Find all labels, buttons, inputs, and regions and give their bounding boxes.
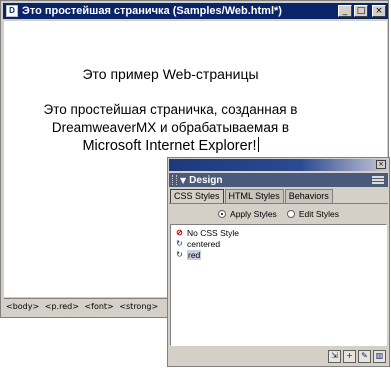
options-menu-icon[interactable] xyxy=(372,176,384,184)
text-cursor xyxy=(257,137,259,152)
edit-style-sheet-icon[interactable]: ✎ xyxy=(358,349,371,363)
tag-font[interactable]: <font> xyxy=(84,302,113,311)
apply-styles-option[interactable]: Apply Styles xyxy=(218,209,277,219)
edit-styles-option[interactable]: Edit Styles xyxy=(286,209,339,219)
style-label: red xyxy=(187,249,202,260)
dreamweaver-document-icon: D xyxy=(6,5,18,17)
panel-group-header[interactable]: ▼ Design xyxy=(169,173,388,187)
tab-css-styles[interactable]: CSS Styles xyxy=(170,189,224,203)
attach-style-sheet-icon[interactable]: ⇲ xyxy=(328,349,341,363)
design-panel: × ▼ Design CSS Styles HTML Styles Behavi… xyxy=(167,157,390,367)
css-style-icon: ↻ xyxy=(176,239,183,248)
paragraph-line-1: Это простейшая страничка, созданная в xyxy=(43,102,298,117)
tab-divider xyxy=(169,203,388,204)
tag-p-red[interactable]: <p.red> xyxy=(45,302,79,311)
style-mode-radios: Apply Styles Edit Styles xyxy=(168,208,389,220)
expand-arrow-icon[interactable]: ▼ xyxy=(180,176,186,185)
page-heading[interactable]: Это пример Web-страницы xyxy=(4,66,337,82)
paragraph-line-3: Microsoft Internet Explorer! xyxy=(82,138,257,154)
edit-styles-label: Edit Styles xyxy=(298,209,339,219)
list-item[interactable]: ⊘ No CSS Style xyxy=(171,227,386,238)
style-label: centered xyxy=(187,238,221,249)
grip-icon[interactable] xyxy=(172,175,177,185)
document-title-bar[interactable]: D Это простейшая страничка (Samples/Web.… xyxy=(3,3,388,19)
tag-strong[interactable]: <strong> xyxy=(119,302,158,311)
document-title: Это простейшая страничка (Samples/Web.ht… xyxy=(22,5,282,17)
tab-html-styles[interactable]: HTML Styles xyxy=(224,189,284,203)
paragraph-line-2: DreamweaverMX и обрабатываемая в xyxy=(51,120,290,135)
style-list: ⊘ No CSS Style ↻ centered ↻ red xyxy=(170,224,387,346)
panel-tabs: CSS Styles HTML Styles Behaviors xyxy=(170,189,334,203)
no-style-icon: ⊘ xyxy=(176,228,183,237)
minimize-button[interactable]: _ xyxy=(338,5,352,17)
panel-footer: ⇲ + ✎ ▥ xyxy=(169,348,388,364)
style-label: No CSS Style xyxy=(187,227,239,238)
tag-body[interactable]: <body> xyxy=(6,302,39,311)
page-paragraph[interactable]: Это простейшая страничка, созданная в Dr… xyxy=(4,101,337,155)
new-style-icon[interactable]: + xyxy=(343,349,356,363)
list-item[interactable]: ↻ red xyxy=(171,249,386,260)
tab-behaviors[interactable]: Behaviors xyxy=(284,189,333,203)
maximize-button[interactable]: □ xyxy=(354,5,368,17)
panel-group-title: Design xyxy=(189,174,223,186)
panel-close-button[interactable]: × xyxy=(376,160,386,169)
panel-title-bar[interactable]: × xyxy=(169,159,388,171)
close-button[interactable]: × xyxy=(372,5,386,17)
apply-styles-radio[interactable] xyxy=(218,210,227,218)
trash-icon[interactable]: ▥ xyxy=(373,349,386,363)
edit-styles-radio[interactable] xyxy=(286,210,295,218)
list-item[interactable]: ↻ centered xyxy=(171,238,386,249)
apply-styles-label: Apply Styles xyxy=(230,209,277,219)
css-style-icon: ↻ xyxy=(176,250,183,259)
